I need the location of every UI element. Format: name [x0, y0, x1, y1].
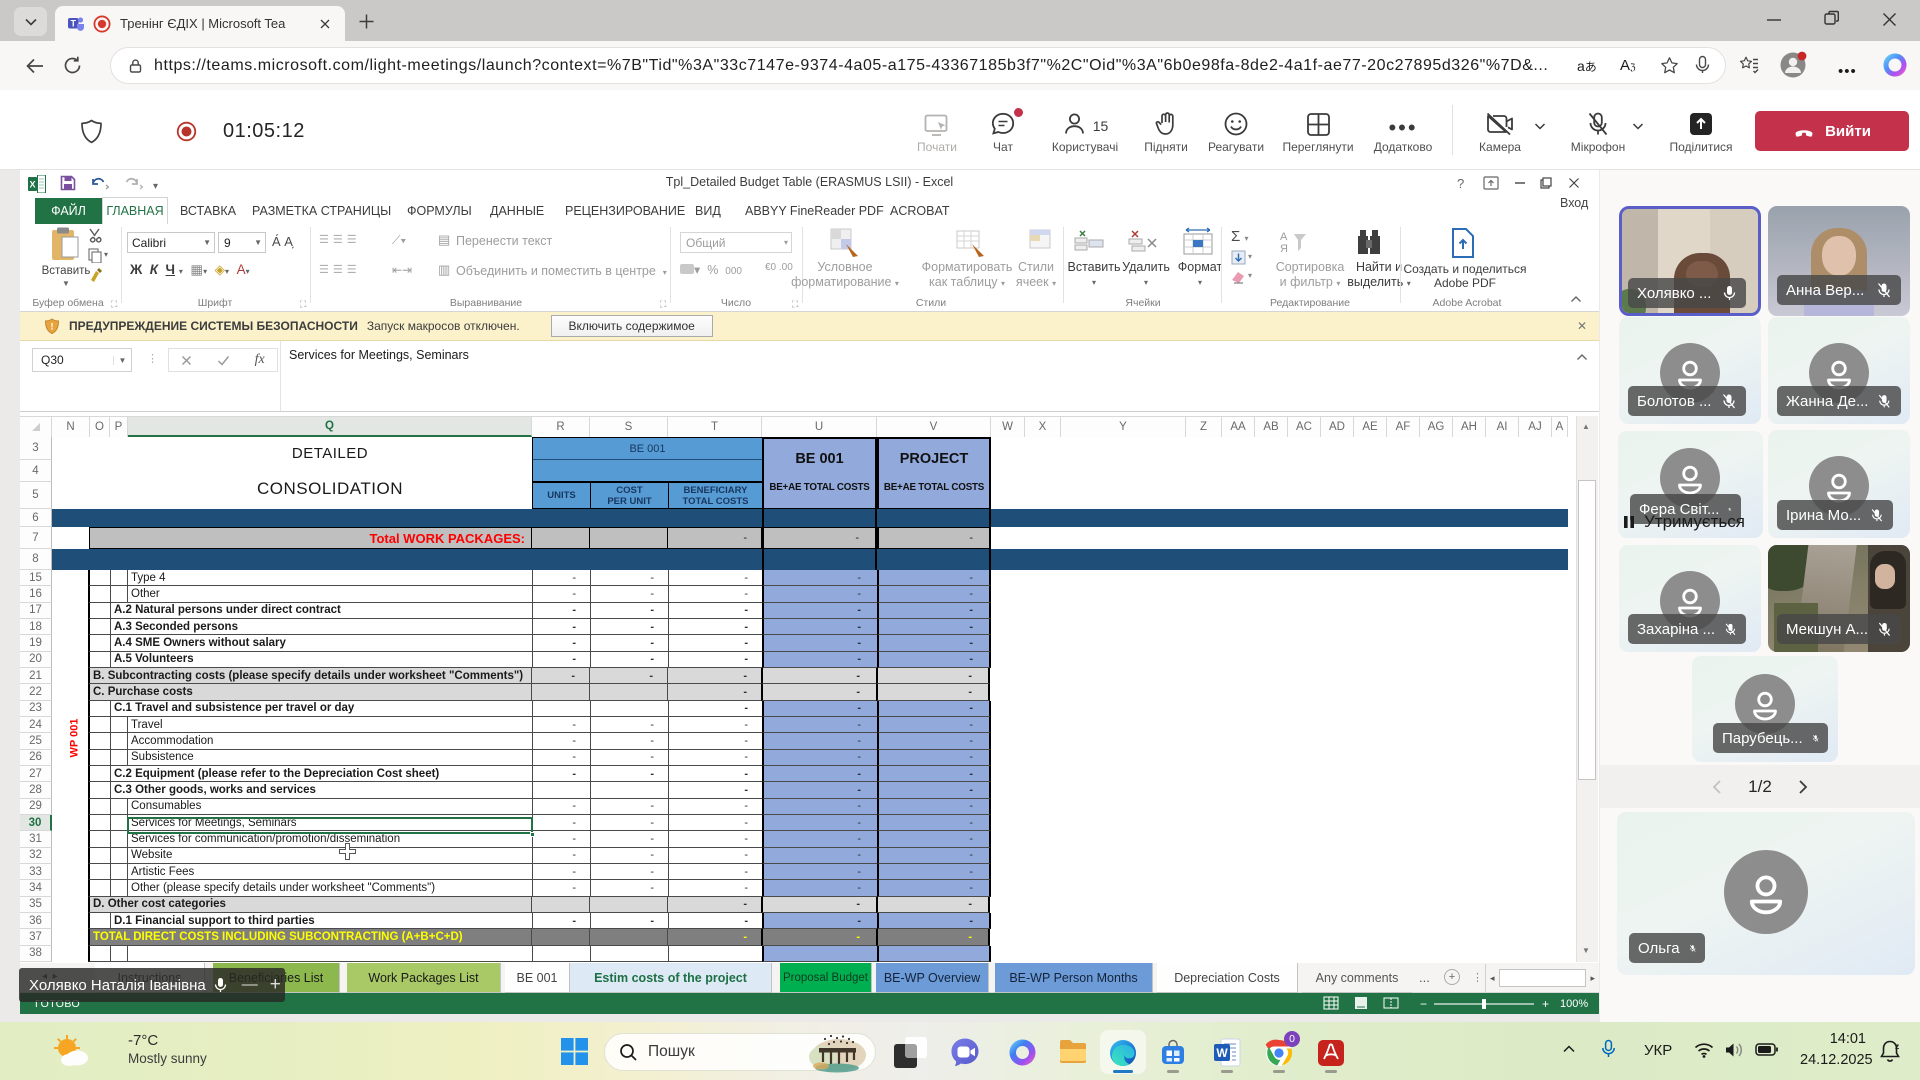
svg-text:W: W	[1216, 1046, 1228, 1060]
svg-text:z: z	[1895, 1041, 1899, 1051]
svg-text:Я: Я	[1280, 243, 1288, 255]
svg-text:T: T	[70, 19, 76, 29]
svg-text:!: !	[51, 322, 54, 332]
svg-text:А: А	[1280, 231, 1288, 243]
